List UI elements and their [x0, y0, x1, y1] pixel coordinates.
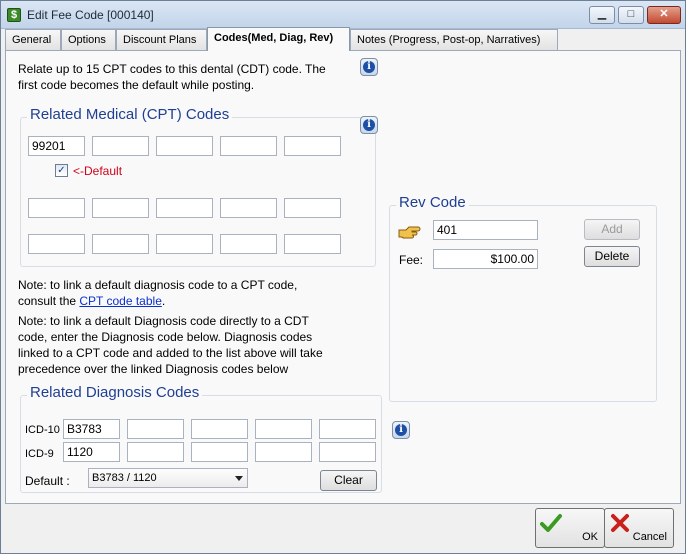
- window-title: Edit Fee Code [000140]: [27, 8, 154, 22]
- icd10-code-input[interactable]: [319, 419, 376, 439]
- app-icon: $: [7, 8, 21, 22]
- tab-notes[interactable]: Notes (Progress, Post-op, Narratives): [350, 29, 558, 50]
- diagnosis-codes-title: Related Diagnosis Codes: [27, 384, 203, 401]
- note-2-line-4: precedence over the linked Diagnosis cod…: [18, 362, 289, 376]
- cpt-code-input[interactable]: [220, 198, 277, 218]
- clear-button[interactable]: Clear: [320, 470, 377, 491]
- default-diagnosis-select[interactable]: B3783 / 1120: [88, 468, 248, 488]
- cancel-label: Cancel: [632, 531, 667, 543]
- note-1-line-2: consult the CPT code table.: [18, 293, 165, 309]
- info-icon: i: [363, 61, 375, 73]
- note-1-line-1: Note: to link a default diagnosis code t…: [18, 278, 298, 292]
- pointing-hand-icon: [398, 224, 422, 240]
- delete-button[interactable]: Delete: [584, 246, 640, 267]
- tab-discount-plans[interactable]: Discount Plans: [116, 29, 207, 50]
- chevron-down-icon: [235, 476, 243, 481]
- icd10-code-input[interactable]: [255, 419, 312, 439]
- default-diagnosis-label: Default :: [25, 474, 70, 488]
- cpt-code-input[interactable]: [156, 198, 213, 218]
- default-checkbox[interactable]: ✓: [55, 164, 68, 177]
- note-2-line-1: Note: to link a default Diagnosis code d…: [18, 314, 309, 328]
- intro-line-1: Relate up to 15 CPT codes to this dental…: [18, 62, 326, 76]
- cpt-codes-group: Related Medical (CPT) Codes ✓ <-Default: [20, 106, 376, 267]
- cpt-code-input[interactable]: [156, 234, 213, 254]
- cpt-code-input[interactable]: [220, 136, 277, 156]
- add-button[interactable]: Add: [584, 219, 640, 240]
- cpt-code-input[interactable]: [284, 198, 341, 218]
- icd9-label: ICD-9: [25, 448, 54, 460]
- cpt-code-input[interactable]: [284, 234, 341, 254]
- cpt-code-input[interactable]: [92, 234, 149, 254]
- fee-input[interactable]: [433, 249, 538, 269]
- default-label: <-Default: [73, 164, 123, 178]
- icd10-code-input[interactable]: [191, 419, 248, 439]
- cpt-code-input[interactable]: [28, 234, 85, 254]
- icd10-code-input[interactable]: [63, 419, 120, 439]
- cpt-code-input[interactable]: [92, 198, 149, 218]
- icd9-code-input[interactable]: [255, 442, 312, 462]
- rev-code-title: Rev Code: [396, 194, 469, 211]
- ok-button[interactable]: OK: [535, 508, 605, 548]
- note-2-line-3: linked to a CPT code and added to the li…: [18, 346, 323, 360]
- fee-label: Fee:: [399, 253, 424, 267]
- maximize-button[interactable]: □: [618, 6, 644, 24]
- icd10-code-input[interactable]: [127, 419, 184, 439]
- intro-info-button[interactable]: i: [360, 58, 378, 76]
- cpt-code-input[interactable]: [28, 198, 85, 218]
- icd9-code-input[interactable]: [127, 442, 184, 462]
- diagnosis-codes-group: Related Diagnosis Codes ICD-10 ICD-9 Def…: [20, 384, 382, 493]
- cpt-code-input[interactable]: [28, 136, 85, 156]
- diagnosis-info-button[interactable]: i: [392, 421, 410, 439]
- rev-code-input[interactable]: [433, 220, 538, 240]
- icd9-code-input[interactable]: [63, 442, 120, 462]
- edit-fee-code-window: $ Edit Fee Code [000140] ▁ □ ✕ General O…: [0, 0, 686, 554]
- icd9-code-input[interactable]: [319, 442, 376, 462]
- cpt-codes-title: Related Medical (CPT) Codes: [27, 106, 233, 123]
- note-1-prefix: consult the: [18, 294, 80, 308]
- intro-line-2: first code becomes the default while pos…: [18, 78, 255, 92]
- title-bar: $ Edit Fee Code [000140] ▁ □ ✕: [1, 1, 685, 29]
- cpt-info-button[interactable]: i: [360, 116, 378, 134]
- minimize-button[interactable]: ▁: [589, 6, 615, 24]
- codes-tab-panel: Relate up to 15 CPT codes to this dental…: [5, 50, 681, 504]
- default-diagnosis-value: B3783 / 1120: [92, 472, 157, 484]
- cpt-code-input[interactable]: [284, 136, 341, 156]
- note-1-suffix: .: [161, 294, 166, 308]
- tab-options[interactable]: Options: [61, 29, 116, 50]
- info-icon: i: [363, 119, 375, 131]
- info-icon: i: [395, 424, 407, 436]
- cancel-x-icon: [611, 514, 629, 532]
- cpt-code-table-link[interactable]: CPT code table: [79, 294, 162, 308]
- tab-codes[interactable]: Codes(Med, Diag, Rev): [207, 27, 350, 51]
- cpt-code-input[interactable]: [220, 234, 277, 254]
- icd9-code-input[interactable]: [191, 442, 248, 462]
- cancel-button[interactable]: Cancel: [604, 508, 674, 548]
- checkmark-icon: [540, 514, 562, 532]
- note-2-line-2: code, enter the Diagnosis code below. Di…: [18, 330, 313, 344]
- cpt-code-input[interactable]: [92, 136, 149, 156]
- close-button[interactable]: ✕: [647, 6, 681, 24]
- cpt-code-input[interactable]: [156, 136, 213, 156]
- icd10-label: ICD-10: [25, 424, 60, 436]
- tab-general[interactable]: General: [5, 29, 61, 50]
- ok-label: OK: [582, 531, 598, 543]
- rev-code-group: Rev Code Fee: Add Delete: [389, 194, 657, 402]
